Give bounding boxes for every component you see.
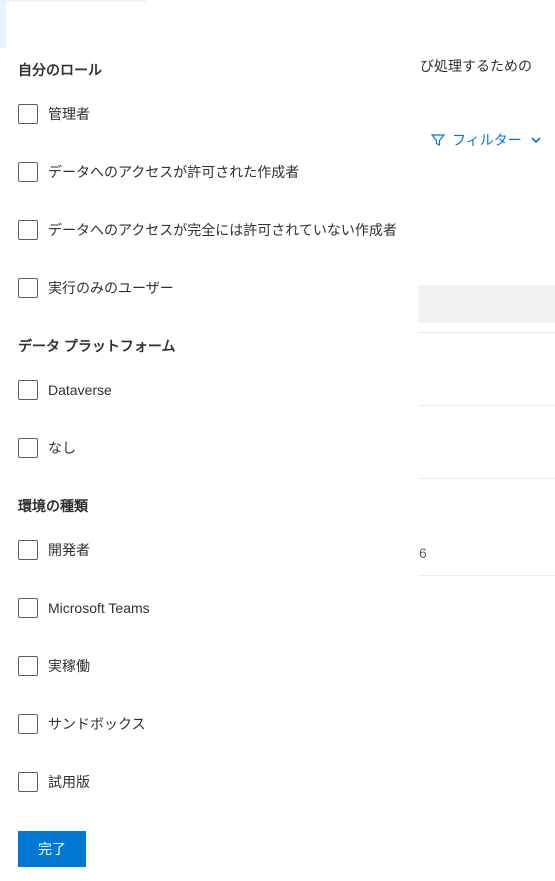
background-row-highlight <box>419 285 555 323</box>
panel-footer: 完了 <box>6 819 419 879</box>
checkbox[interactable] <box>18 772 38 792</box>
section-title-env-type: 環境の種類 <box>18 496 407 516</box>
checkbox-label: 試用版 <box>48 772 90 792</box>
checkbox-label: データへのアクセスが完全には許可されていない作成者 <box>48 220 397 240</box>
select-environment-panel: 自分のロール 管理者 データへのアクセスが許可された作成者 データへのアクセスが… <box>6 2 419 879</box>
section-title-roles: 自分のロール <box>18 60 407 80</box>
checkbox[interactable] <box>18 220 38 240</box>
checkbox-label: 管理者 <box>48 104 90 124</box>
divider <box>419 332 555 333</box>
checkbox[interactable] <box>18 278 38 298</box>
checkbox-item-sandbox[interactable]: サンドボックス <box>18 714 407 734</box>
checkbox[interactable] <box>18 540 38 560</box>
checkbox-label: 実稼働 <box>48 656 90 676</box>
background-cell-text: 6 <box>419 545 427 561</box>
checkbox[interactable] <box>18 438 38 458</box>
checkbox-item-teams[interactable]: Microsoft Teams <box>18 598 407 618</box>
divider <box>419 478 555 479</box>
checkbox[interactable] <box>18 656 38 676</box>
section-title-data-platform: データ プラットフォーム <box>18 336 407 356</box>
checkbox-item-creator-not-allowed[interactable]: データへのアクセスが完全には許可されていない作成者 <box>18 220 407 240</box>
checkbox-item-run-only-user[interactable]: 実行のみのユーザー <box>18 278 407 298</box>
checkbox[interactable] <box>18 380 38 400</box>
checkbox-item-trial[interactable]: 試用版 <box>18 772 407 792</box>
checkbox-label: Dataverse <box>48 382 112 398</box>
checkbox[interactable] <box>18 598 38 618</box>
checkbox-item-production[interactable]: 実稼働 <box>18 656 407 676</box>
panel-body: 自分のロール 管理者 データへのアクセスが許可された作成者 データへのアクセスが… <box>6 44 419 819</box>
chevron-down-icon <box>528 132 544 148</box>
filter-icon <box>430 132 446 148</box>
checkbox-item-developer[interactable]: 開発者 <box>18 540 407 560</box>
filter-label: フィルター <box>452 130 522 150</box>
done-button[interactable]: 完了 <box>18 831 86 867</box>
checkbox-item-admin[interactable]: 管理者 <box>18 104 407 124</box>
checkbox-label: データへのアクセスが許可された作成者 <box>48 162 299 182</box>
checkbox-label: なし <box>48 438 76 458</box>
checkbox[interactable] <box>18 104 38 124</box>
checkbox-item-dataverse[interactable]: Dataverse <box>18 380 407 400</box>
filter-button[interactable]: フィルター <box>430 130 544 150</box>
checkbox[interactable] <box>18 162 38 182</box>
checkbox-item-creator-allowed[interactable]: データへのアクセスが許可された作成者 <box>18 162 407 182</box>
checkbox-item-none[interactable]: なし <box>18 438 407 458</box>
checkbox-label: 実行のみのユーザー <box>48 278 174 298</box>
checkbox[interactable] <box>18 714 38 734</box>
background-partial-text: び処理するための <box>420 56 532 76</box>
checkbox-label: Microsoft Teams <box>48 600 150 616</box>
checkbox-label: サンドボックス <box>48 714 146 734</box>
divider <box>419 575 555 576</box>
checkbox-label: 開発者 <box>48 540 90 560</box>
divider <box>419 405 555 406</box>
